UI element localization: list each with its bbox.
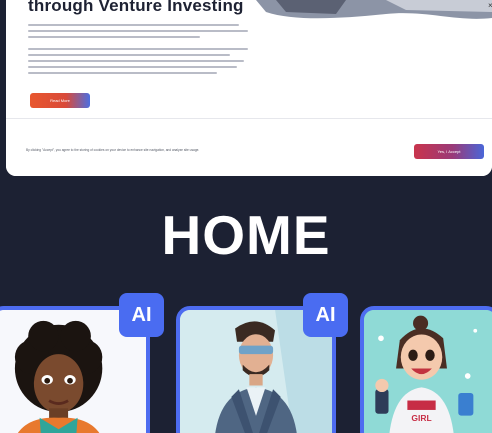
avatar-card-3[interactable]: GIRL [360, 306, 492, 433]
read-more-button[interactable]: Read More [30, 93, 90, 108]
cookie-banner: By clicking "Accept", you agree to the s… [6, 118, 492, 176]
close-icon[interactable]: × [488, 2, 492, 10]
accept-cookies-button[interactable]: Yes, I Accept [414, 144, 484, 159]
paragraph-2 [28, 48, 248, 78]
ai-badge-2: AI [303, 293, 348, 337]
hero-image [256, 0, 492, 19]
hero-title: through Venture Investing [28, 0, 244, 15]
ai-badge-1: AI [119, 293, 164, 337]
content-panel: through Venture Investing Read More By c… [6, 0, 492, 176]
home-heading: HOME [161, 204, 331, 266]
paragraph-1 [28, 24, 248, 42]
cookie-text: By clicking "Accept", you agree to the s… [26, 148, 200, 152]
girl-avatar-illustration: GIRL [364, 310, 492, 433]
shirt-text: GIRL [411, 413, 431, 423]
